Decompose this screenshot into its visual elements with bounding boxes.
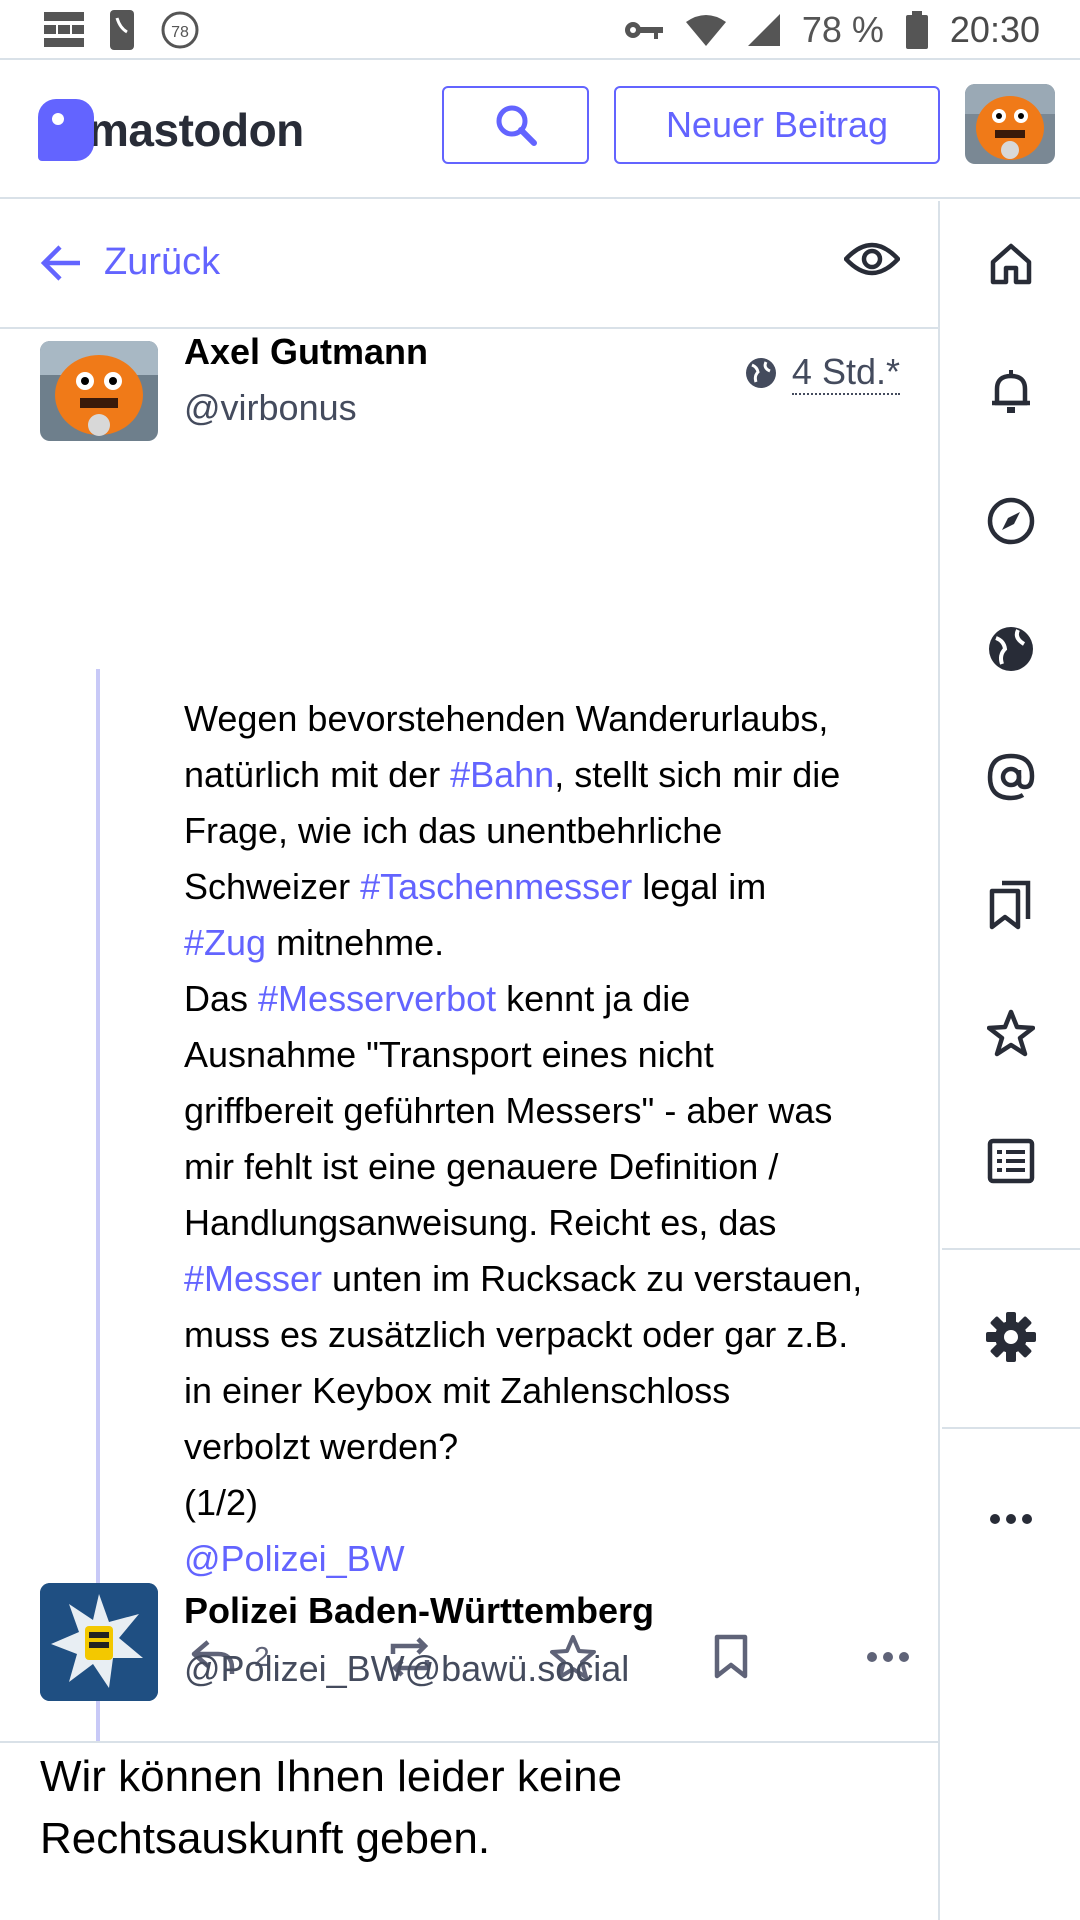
thread-connector-line — [96, 669, 100, 1741]
nav-preferences[interactable] — [942, 1287, 1080, 1387]
home-icon — [990, 243, 1032, 285]
content-line: (1/2) — [184, 1482, 259, 1523]
police-star-badge-image — [40, 1583, 158, 1701]
content-line: Ausnahme "Transport eines nicht — [184, 1034, 714, 1075]
bookmarks-icon — [989, 880, 1031, 930]
nav-bookmarks[interactable] — [942, 855, 1080, 955]
battery-percent: 78 % — [801, 9, 884, 50]
signal-icon — [747, 14, 780, 46]
content-line: verbolzt werden? — [184, 1426, 459, 1467]
bookmark-button[interactable] — [713, 1634, 749, 1680]
star-icon — [987, 1009, 1035, 1057]
status-divider — [0, 1741, 940, 1743]
bell-icon — [992, 370, 1030, 413]
content-line: Schweizer #Taschenmesser legal im — [184, 866, 767, 907]
navigation-panel — [942, 201, 1080, 1920]
status-account-handle[interactable]: @virbonus — [184, 387, 357, 429]
hashtag-link[interactable]: #Taschenmesser — [360, 866, 632, 907]
list-icon — [987, 1138, 1035, 1184]
content-line: Wegen bevorstehenden Wanderurlaubs, — [184, 698, 829, 739]
monster-avatar-image — [40, 341, 158, 441]
content-line: Frage, wie ich das unentbehrliche — [184, 810, 723, 851]
content-line: #Messer unten im Rucksack zu verstauen, — [184, 1258, 863, 1299]
status-bar-right-icons: 78 % 20:30 — [624, 8, 1040, 52]
app-header: mastodon Neuer Beitrag — [0, 62, 1080, 199]
hashtag-link[interactable]: #Zug — [184, 922, 266, 963]
mastodon-logo[interactable]: mastodon — [38, 98, 304, 162]
column-back-bar: Zurück — [0, 201, 940, 329]
arrow-left-icon — [40, 244, 80, 281]
content-line: mir fehlt ist eine genauere Definition / — [184, 1146, 779, 1187]
status-content: Wegen bevorstehenden Wanderurlaubs, natü… — [184, 691, 904, 1587]
hashtag-link[interactable]: #Bahn — [450, 754, 554, 795]
search-icon — [496, 105, 537, 146]
globe-icon — [989, 627, 1033, 671]
nav-home[interactable] — [942, 214, 1080, 314]
gear-icon — [986, 1312, 1036, 1362]
at-icon — [987, 753, 1035, 801]
edited-marker: * — [885, 351, 900, 392]
status-meta: 4 Std.* — [744, 351, 900, 395]
reply-author-avatar[interactable] — [40, 1583, 158, 1701]
mention-link[interactable]: @Polizei_BW — [184, 1538, 405, 1579]
svg-text:78: 78 — [171, 24, 189, 41]
hashtag-link[interactable]: #Messer — [184, 1258, 322, 1299]
eye-icon — [842, 242, 902, 276]
reply-account-handle[interactable]: @Polizei_BW@bawü.social — [184, 1648, 629, 1690]
clock-time: 20:30 — [949, 9, 1040, 50]
status-timestamp[interactable]: 4 Std.* — [791, 351, 900, 395]
reply-content: Wir können Ihnen leider keine Rechtsausk… — [40, 1746, 900, 1870]
monster-avatar-image — [965, 84, 1055, 164]
status-display-name[interactable]: Axel Gutmann — [184, 331, 428, 373]
bookmark-icon — [714, 1634, 748, 1679]
search-button[interactable] — [442, 86, 589, 164]
logo-text: mastodon — [88, 104, 304, 156]
back-button[interactable]: Zurück — [40, 241, 220, 284]
content-line: #Zug mitnehme. — [184, 922, 445, 963]
nav-notifications[interactable] — [942, 343, 1080, 443]
content-line: @Polizei_BW — [184, 1531, 904, 1587]
android-status-bar: 78 78 % 20:30 — [0, 0, 1080, 60]
nav-more[interactable] — [942, 1469, 1080, 1569]
status-author-avatar[interactable] — [40, 341, 158, 441]
nav-divider — [942, 1427, 1080, 1429]
content-line: griffbereit geführten Messers" - aber wa… — [184, 1090, 833, 1131]
more-horizontal-icon — [866, 1652, 909, 1662]
notification-grid-icon — [44, 12, 84, 47]
nav-live-feeds[interactable] — [942, 599, 1080, 699]
mastodon-logo-icon — [38, 99, 94, 161]
nav-divider — [942, 1248, 1080, 1250]
content-line: muss es zusätzlich verpackt oder gar z.B… — [184, 1314, 849, 1355]
hashtag-link[interactable]: #Messerverbot — [258, 978, 496, 1019]
status-bar-left-icons: 78 — [44, 10, 200, 50]
globe-icon — [745, 358, 776, 388]
more-horizontal-icon — [990, 1514, 1032, 1524]
user-avatar[interactable] — [965, 84, 1055, 164]
more-options-button[interactable] — [866, 1651, 910, 1663]
battery-icon — [905, 11, 928, 49]
compass-icon — [987, 497, 1035, 545]
nav-explore[interactable] — [942, 471, 1080, 571]
reply-content-line: Wir können Ihnen leider keine — [40, 1752, 623, 1801]
nav-lists[interactable] — [942, 1111, 1080, 1211]
nav-mentions[interactable] — [942, 727, 1080, 827]
toggle-visibility-button[interactable] — [842, 239, 902, 283]
wifi-icon — [685, 15, 726, 46]
content-line: in einer Keybox mit Zahlenschloss — [184, 1370, 731, 1411]
reply-content-line: Rechtsauskunft geben. — [40, 1814, 491, 1863]
back-label: Zurück — [104, 241, 221, 283]
content-line: Handlungsanweisung. Reicht es, das — [184, 1202, 777, 1243]
vpn-key-icon — [624, 22, 663, 39]
phone-icon — [110, 10, 134, 50]
nav-favourites[interactable] — [942, 983, 1080, 1083]
reply-display-name[interactable]: Polizei Baden-Württemberg — [184, 1590, 654, 1632]
new-post-button[interactable]: Neuer Beitrag — [614, 86, 940, 164]
notification-badge-icon: 78 — [161, 11, 199, 49]
content-line: Das #Messerverbot kennt ja die — [184, 978, 691, 1019]
content-line: natürlich mit der #Bahn, stellt sich mir… — [184, 754, 841, 795]
